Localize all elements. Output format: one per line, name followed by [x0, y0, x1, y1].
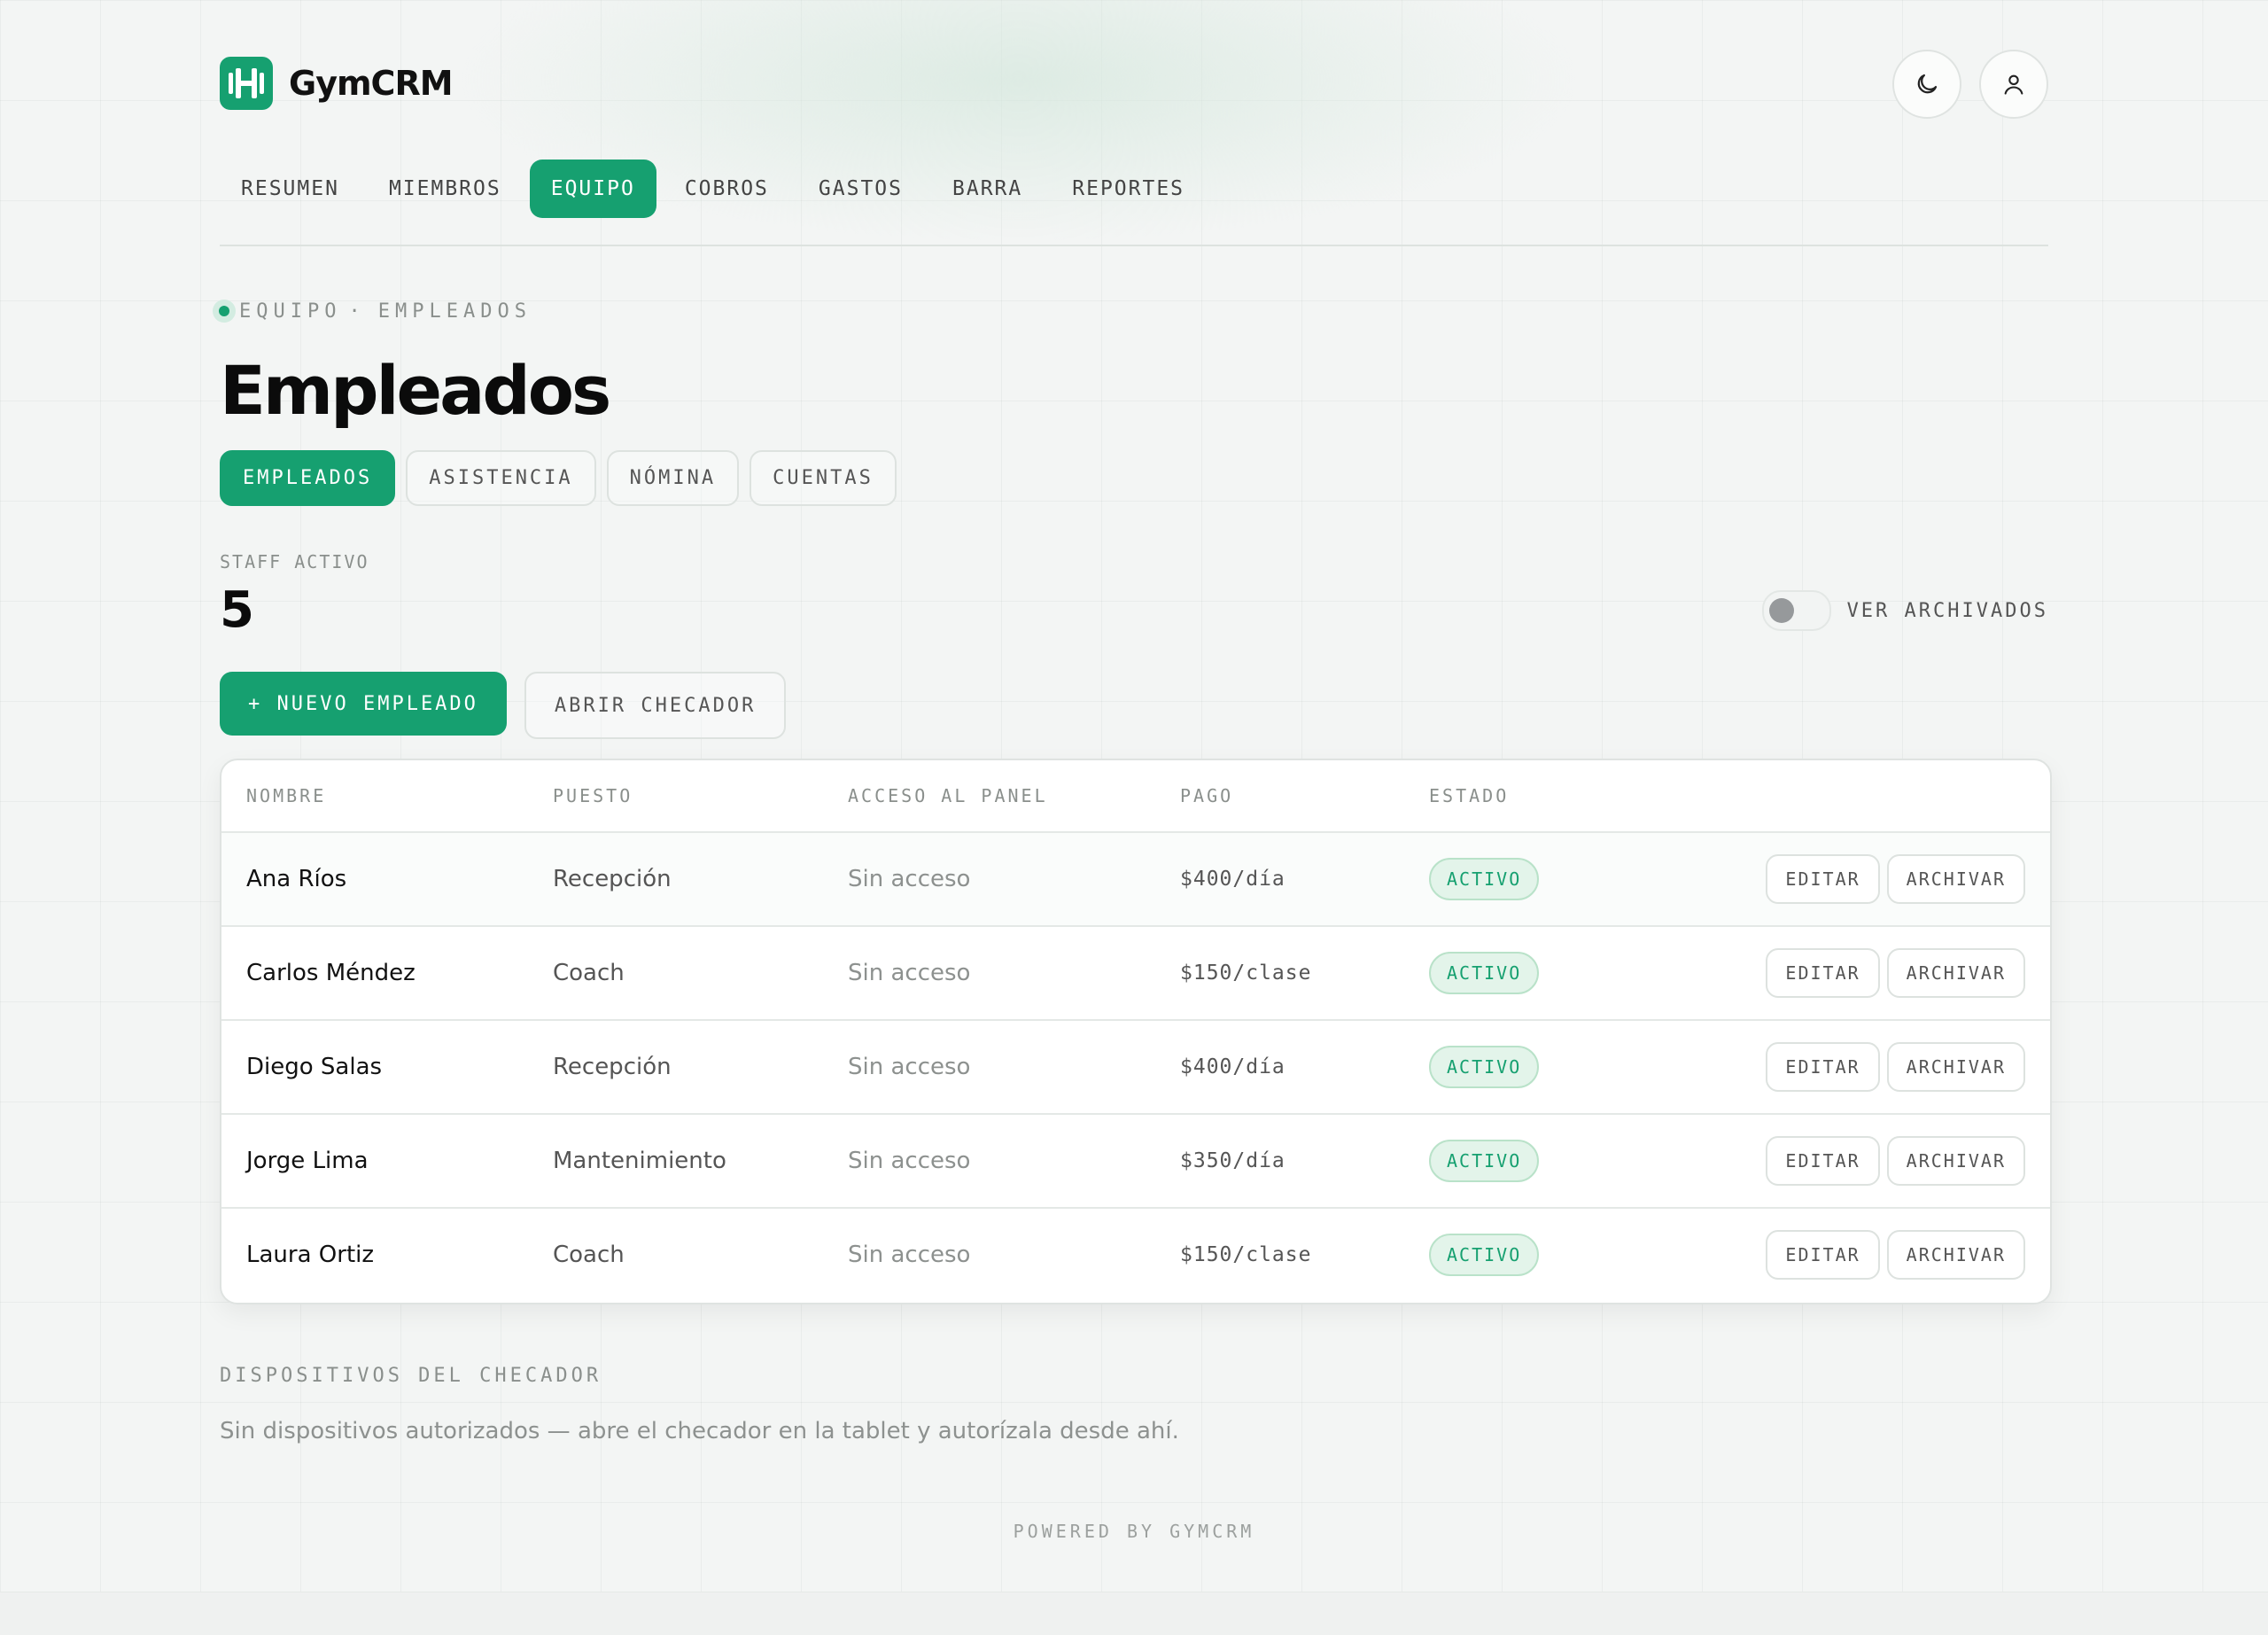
tab-cuentas[interactable]: CUENTAS [750, 450, 897, 506]
staff-active-label: STAFF ACTIVO [220, 551, 369, 572]
table-header: NOMBRE PUESTO ACCESO AL PANEL PAGO ESTAD… [221, 760, 2050, 833]
employee-name: Diego Salas [246, 1054, 383, 1080]
new-employee-button[interactable]: + NUEVO EMPLEADO [220, 672, 507, 736]
edit-button[interactable]: EDITAR [1766, 1230, 1880, 1280]
employee-access: Sin acceso [848, 1054, 971, 1080]
row-actions: EDITAR ARCHIVAR [1766, 1230, 2025, 1280]
employee-pay: $400/día [1180, 1055, 1285, 1078]
employee-role: Coach [553, 960, 625, 986]
employee-name: Ana Ríos [246, 866, 347, 892]
status-cell: ACTIVO [1429, 952, 1540, 994]
status-badge: ACTIVO [1429, 952, 1540, 994]
footer-powered-by: POWERED BY GYMCRM [1013, 1521, 1255, 1542]
status-cell: ACTIVO [1429, 1046, 1540, 1088]
nav-item-equipo[interactable]: EQUIPO [529, 160, 656, 218]
tab-empleados[interactable]: EMPLEADOS [220, 450, 396, 506]
row-actions: EDITAR ARCHIVAR [1766, 948, 2025, 998]
breadcrumb: EQUIPO · EMPLEADOS [213, 300, 532, 323]
edit-button[interactable]: EDITAR [1766, 1136, 1880, 1186]
row-actions: EDITAR ARCHIVAR [1766, 1136, 2025, 1186]
checker-devices-empty-text: Sin dispositivos autorizados — abre el c… [220, 1418, 1179, 1444]
brand-logo[interactable]: GymCRM [220, 57, 454, 110]
employee-access: Sin acceso [848, 1242, 971, 1268]
row-actions: EDITAR ARCHIVAR [1766, 854, 2025, 904]
employee-pay: $350/día [1180, 1149, 1285, 1172]
open-checker-button[interactable]: ABRIR CHECADOR [524, 672, 787, 739]
employee-role: Recepción [553, 866, 672, 892]
archive-button[interactable]: ARCHIVAR [1886, 948, 2025, 998]
moon-icon [1917, 74, 1938, 94]
show-archived-toggle[interactable] [1761, 590, 1831, 631]
toggle-knob [1768, 598, 1794, 623]
employee-role: Recepción [553, 1054, 672, 1080]
actions-bar: + NUEVO EMPLEADO ABRIR CHECADOR [220, 672, 787, 739]
column-header-pay: PAGO [1180, 785, 1234, 806]
nav-divider [220, 245, 2048, 246]
status-badge: ACTIVO [1429, 1046, 1540, 1088]
edit-button[interactable]: EDITAR [1766, 854, 1880, 904]
page-title: Empleados [220, 351, 611, 430]
nav-item-cobros[interactable]: COBROS [664, 160, 790, 218]
table-row: Carlos Méndez Coach Sin acceso $150/clas… [221, 927, 2050, 1021]
archive-button[interactable]: ARCHIVAR [1886, 1136, 2025, 1186]
tab-nomina[interactable]: NÓMINA [606, 450, 740, 506]
theme-toggle-button[interactable] [1892, 50, 1961, 119]
edit-button[interactable]: EDITAR [1766, 1042, 1880, 1092]
nav-item-resumen[interactable]: RESUMEN [220, 160, 361, 218]
nav-item-barra[interactable]: BARRA [931, 160, 1044, 218]
show-archived-label[interactable]: VER ARCHIVADOS [1847, 600, 2048, 622]
column-header-access: ACCESO AL PANEL [848, 785, 1048, 806]
status-badge: ACTIVO [1429, 1234, 1540, 1276]
breadcrumb-separator: · [348, 300, 366, 323]
tab-asistencia[interactable]: ASISTENCIA [406, 450, 596, 506]
user-menu-button[interactable] [1979, 50, 2048, 119]
main-nav: RESUMEN MIEMBROS EQUIPO COBROS GASTOS BA… [220, 160, 1206, 218]
edit-button[interactable]: EDITAR [1766, 948, 1880, 998]
employee-role: Coach [553, 1242, 625, 1268]
table-row: Laura Ortiz Coach Sin acceso $150/clase … [221, 1209, 2050, 1301]
row-actions: EDITAR ARCHIVAR [1766, 1042, 2025, 1092]
status-cell: ACTIVO [1429, 1140, 1540, 1182]
employee-access: Sin acceso [848, 1148, 971, 1174]
dumbbell-icon [220, 57, 273, 110]
breadcrumb-section[interactable]: EQUIPO [239, 300, 341, 323]
status-badge: ACTIVO [1429, 1140, 1540, 1182]
employee-access: Sin acceso [848, 960, 971, 986]
status-dot-icon [213, 300, 236, 323]
employees-table: NOMBRE PUESTO ACCESO AL PANEL PAGO ESTAD… [220, 759, 2052, 1304]
brand-name: GymCRM [289, 64, 454, 103]
archive-button[interactable]: ARCHIVAR [1886, 1042, 2025, 1092]
user-icon [2004, 74, 2023, 95]
status-cell: ACTIVO [1429, 1234, 1540, 1276]
nav-item-miembros[interactable]: MIEMBROS [368, 160, 523, 218]
status-cell: ACTIVO [1429, 858, 1540, 900]
table-row: Diego Salas Recepción Sin acceso $400/dí… [221, 1021, 2050, 1115]
checker-devices-label: DISPOSITIVOS DEL CHECADOR [220, 1365, 602, 1387]
table-row: Jorge Lima Mantenimiento Sin acceso $350… [221, 1115, 2050, 1209]
page-bottom-band [0, 1592, 2268, 1635]
nav-item-gastos[interactable]: GASTOS [797, 160, 924, 218]
employee-name: Carlos Méndez [246, 960, 416, 986]
show-archived-control: VER ARCHIVADOS [1761, 590, 2048, 631]
employee-name: Laura Ortiz [246, 1242, 375, 1268]
employee-role: Mantenimiento [553, 1148, 726, 1174]
archive-button[interactable]: ARCHIVAR [1886, 854, 2025, 904]
column-header-status: ESTADO [1429, 785, 1510, 806]
breadcrumb-page: EMPLEADOS [377, 300, 532, 323]
employee-pay: $400/día [1180, 868, 1285, 891]
subtabs: EMPLEADOS ASISTENCIA NÓMINA CUENTAS [220, 450, 897, 506]
employee-pay: $150/clase [1180, 1243, 1312, 1266]
nav-item-reportes[interactable]: REPORTES [1051, 160, 1206, 218]
staff-active-count: 5 [220, 581, 254, 639]
column-header-name: NOMBRE [246, 785, 327, 806]
employee-pay: $150/clase [1180, 962, 1312, 985]
column-header-role: PUESTO [553, 785, 633, 806]
table-row: Ana Ríos Recepción Sin acceso $400/día A… [221, 833, 2050, 927]
status-badge: ACTIVO [1429, 858, 1540, 900]
header-icons [1892, 50, 2048, 119]
employee-name: Jorge Lima [246, 1148, 369, 1174]
archive-button[interactable]: ARCHIVAR [1886, 1230, 2025, 1280]
employee-access: Sin acceso [848, 866, 971, 892]
